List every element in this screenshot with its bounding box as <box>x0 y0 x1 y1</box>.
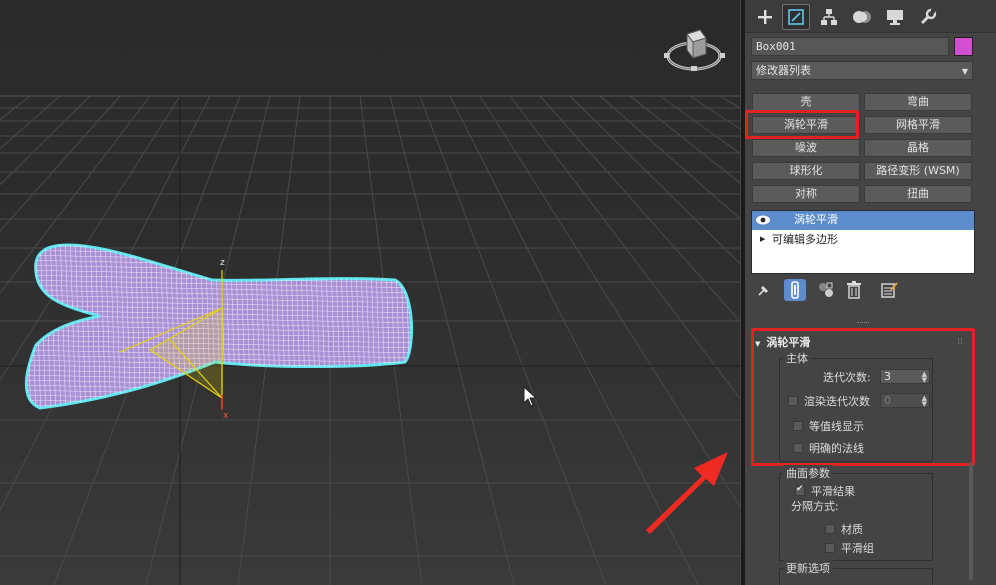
make-unique-icon <box>819 282 833 297</box>
hierarchy-icon <box>821 9 837 25</box>
make-unique-button[interactable] <box>815 279 837 301</box>
modifier-noise-button[interactable]: 噪波 <box>752 139 860 157</box>
command-panel-tabs <box>745 0 996 33</box>
annotation-arrow-icon <box>646 452 728 534</box>
separate-smoothing-groups-checkbox[interactable] <box>825 543 835 553</box>
show-end-result-button[interactable] <box>784 279 806 301</box>
smooth-result-checkbox[interactable] <box>795 484 805 496</box>
turbosmooth-highlight-box <box>745 110 859 139</box>
viewcube-icon[interactable] <box>660 24 730 78</box>
stack-item-editable-poly[interactable]: ▶ 可编辑多边形 <box>752 231 974 249</box>
trash-icon <box>847 281 861 299</box>
turbosmooth-rollout-highlight-box <box>751 328 975 466</box>
turbosmooth-rollout: ▼ 涡轮平滑 ⁞⁞ 主体 迭代次数: 3 ▲ ▼ 渲染迭代次数 0 ▲ ▼ 等值线显示… <box>751 328 975 585</box>
modifier-stack-list[interactable]: 涡轮平滑 ▶ 可编辑多边形 <box>751 210 975 274</box>
smooth-result-label: 平滑结果 <box>811 485 855 498</box>
modifier-lattice-button[interactable]: 晶格 <box>864 139 972 157</box>
separate-by-label: 分隔方式: <box>791 500 839 513</box>
expand-triangle-icon[interactable]: ▶ <box>760 231 765 248</box>
separate-smoothing-groups-label: 平滑组 <box>841 542 874 555</box>
plus-icon <box>758 10 772 24</box>
stack-item-turbosmooth[interactable]: 涡轮平滑 <box>752 211 974 230</box>
separate-materials-label: 材质 <box>841 523 863 536</box>
utilities-icon <box>920 8 937 25</box>
stack-toolbar <box>751 278 975 304</box>
modifier-symmetry-button[interactable]: 对称 <box>752 185 860 203</box>
update-options-title: 更新选项 <box>783 560 833 576</box>
separate-materials-checkbox[interactable] <box>825 524 835 534</box>
eye-icon[interactable] <box>755 214 771 226</box>
modifier-twist-button[interactable]: 扭曲 <box>864 185 972 203</box>
pin-icon <box>758 286 768 296</box>
tab-display[interactable] <box>881 4 909 30</box>
surface-params-title: 曲面参数 <box>783 465 833 481</box>
display-icon <box>887 10 903 25</box>
modifier-meshsmooth-button[interactable]: 网格平滑 <box>864 116 972 134</box>
object-color-swatch[interactable] <box>954 37 973 56</box>
tab-utilities[interactable] <box>914 4 942 30</box>
rollout-drag-handle[interactable] <box>857 322 869 325</box>
modifier-shell-button[interactable]: 壳 <box>752 93 860 111</box>
configure-sets-icon <box>881 282 898 298</box>
stack-item-label: 涡轮平滑 <box>794 213 838 226</box>
tab-hierarchy[interactable] <box>815 4 843 30</box>
axis-z-label: z <box>220 258 225 268</box>
tab-motion[interactable] <box>848 4 876 30</box>
axis-x-label: x <box>223 411 229 421</box>
modifier-bend-button[interactable]: 弯曲 <box>864 93 972 111</box>
stack-item-label: 可编辑多边形 <box>772 233 838 246</box>
panel-scrollbar[interactable] <box>969 462 973 580</box>
modifier-list-label: 修改器列表 <box>756 64 811 77</box>
object-name-input[interactable]: Box001 <box>751 37 949 56</box>
end-result-icon <box>791 281 799 299</box>
remove-modifier-button[interactable] <box>843 279 865 301</box>
viewport-perspective[interactable]: z x <box>0 0 740 585</box>
command-panel: Box001 修改器列表 ▼ 壳 弯曲 涡轮平滑 网格平滑 噪波 晶格 球形化 … <box>745 0 996 585</box>
modifier-spherify-button[interactable]: 球形化 <box>752 162 860 180</box>
configure-modifier-sets-button[interactable] <box>879 279 901 301</box>
pin-stack-button[interactable] <box>753 279 775 301</box>
viewport-scene[interactable] <box>0 0 740 585</box>
motion-icon <box>853 11 871 23</box>
modifier-list-dropdown[interactable]: 修改器列表 ▼ <box>751 61 973 80</box>
mouse-cursor-icon <box>523 386 538 407</box>
chevron-down-icon: ▼ <box>961 67 968 76</box>
tab-create[interactable] <box>751 4 779 30</box>
modifier-pathdeform-button[interactable]: 路径变形 (WSM) <box>864 162 972 180</box>
tab-modify[interactable] <box>782 4 810 30</box>
modify-icon <box>788 9 804 25</box>
